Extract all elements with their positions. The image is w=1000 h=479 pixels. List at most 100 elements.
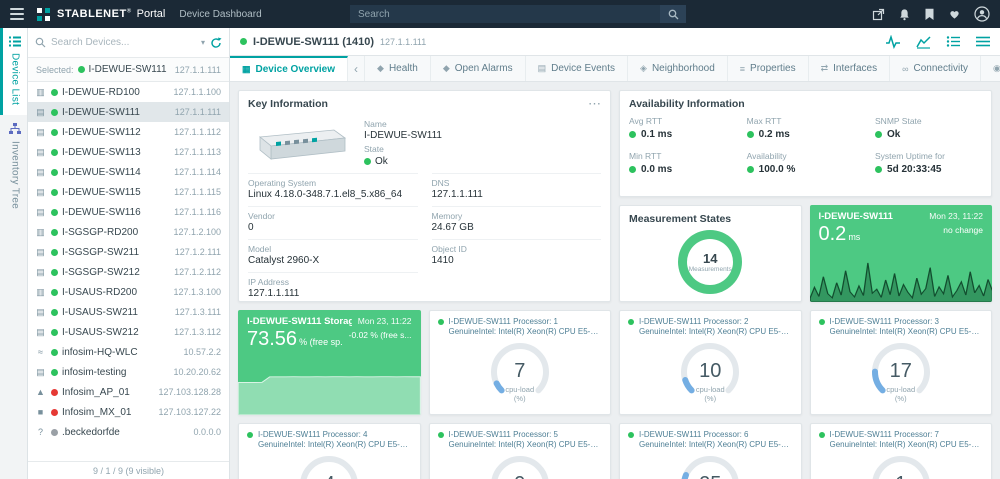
notifications-icon[interactable] <box>898 8 911 21</box>
device-name: infosim-HQ-WLC <box>62 347 138 358</box>
device-list-item[interactable]: ▤I-DEWUE-SW114127.1.1.114 <box>28 162 229 182</box>
device-name: Infosim_MX_01 <box>62 407 131 418</box>
status-dot <box>51 89 58 96</box>
account-icon[interactable] <box>974 6 990 22</box>
selected-device-row: Selected: I-DEWUE-SW111 127.1.1.111 <box>28 58 229 82</box>
device-type-icon: ▤ <box>34 247 47 258</box>
health-icon: ◆ <box>377 63 384 74</box>
card-menu-icon[interactable]: ⋯ <box>588 100 601 108</box>
field-value: 0 <box>248 222 418 233</box>
measurement-donut-chart[interactable]: 14 Measurements <box>678 230 742 294</box>
availability-value: 0.1 ms <box>641 129 672 140</box>
cpu-gauge-card[interactable]: I-DEWUE-SW111 Processor: 4 GenuineIntel:… <box>238 423 421 479</box>
favorites-icon[interactable] <box>948 8 961 20</box>
device-search-input[interactable] <box>51 37 196 48</box>
more-menu-icon[interactable] <box>976 36 990 47</box>
device-list-item[interactable]: ▤I-DEWUE-SW116127.1.1.116 <box>28 202 229 222</box>
availability-label: Max RTT <box>747 116 875 126</box>
device-list-item[interactable]: ▥I-USAUS-RD200127.1.3.100 <box>28 282 229 302</box>
cpu-gauge-card[interactable]: I-DEWUE-SW111 Processor: 2 GenuineIntel:… <box>619 310 802 415</box>
tab-connectivity[interactable]: ∞Connectivity <box>890 56 981 81</box>
device-list-item[interactable]: ≈infosim-HQ-WLC10.57.2.2 <box>28 342 229 362</box>
device-ip: 127.1.1.112 <box>174 127 221 137</box>
card-title: I-DEWUE-SW111 Processor: 5 GenuineIntel:… <box>449 430 603 450</box>
status-dot <box>875 131 882 138</box>
device-list-item[interactable]: ▤I-DEWUE-SW113127.1.1.113 <box>28 142 229 162</box>
device-ip: 127.1.3.112 <box>174 327 221 337</box>
search-icon[interactable] <box>660 5 686 23</box>
global-search-input[interactable] <box>350 5 660 23</box>
device-list-item[interactable]: ▥I-DEWUE-RD100127.1.1.100 <box>28 82 229 102</box>
storage-chart-card[interactable]: I-DEWUE-SW111 Storage / Mon 23, 11:22 73… <box>238 310 421 415</box>
tab-device-overview[interactable]: ▦Device Overview <box>230 56 348 81</box>
device-list-item[interactable]: ▤I-SGSGP-SW212127.1.2.112 <box>28 262 229 282</box>
card-title: I-DEWUE-SW111 Processor: 6 GenuineIntel:… <box>639 430 793 450</box>
device-list-item[interactable]: ▤I-SGSGP-SW211127.1.2.111 <box>28 242 229 262</box>
dashboard-content: Key Information ⋯ Name <box>230 82 1000 479</box>
availability-value: 0.0 ms <box>641 164 672 175</box>
device-type-icon: ■ <box>34 407 47 417</box>
cpu-gauge-card[interactable]: I-DEWUE-SW111 Processor: 6 GenuineIntel:… <box>619 423 802 479</box>
availability-label: Min RTT <box>629 151 747 161</box>
device-ip: 127.1.2.111 <box>175 247 221 257</box>
gauge-chart: 4cpu-load(%) <box>239 452 420 479</box>
device-list-item[interactable]: ▤I-USAUS-SW211127.1.3.111 <box>28 302 229 322</box>
card-title: I-DEWUE-SW111 Processor: 3 GenuineIntel:… <box>830 317 984 337</box>
cpu-gauge-card[interactable]: I-DEWUE-SW111 Processor: 5 GenuineIntel:… <box>429 423 612 479</box>
tab-interfaces[interactable]: ⇄Interfaces <box>809 56 890 81</box>
device-name: I-DEWUE-SW116 <box>62 207 141 218</box>
rtt-chart-card[interactable]: I-DEWUE-SW111 Mon 23, 11:22 0.2ms no cha… <box>810 205 993 302</box>
cpu-gauge-card[interactable]: I-DEWUE-SW111 Processor: 3 GenuineIntel:… <box>810 310 993 415</box>
status-dot <box>51 129 58 136</box>
bookmark-icon[interactable] <box>924 8 935 21</box>
gauge-card-header: I-DEWUE-SW111 Processor: 7 GenuineIntel:… <box>811 424 992 450</box>
device-list-item[interactable]: ▥I-SGSGP-RD200127.1.2.100 <box>28 222 229 242</box>
card-title: I-DEWUE-SW111 Processor: 4 GenuineIntel:… <box>258 430 412 450</box>
status-dot <box>240 38 247 45</box>
cpu-gauge-card[interactable]: I-DEWUE-SW111 Processor: 1 GenuineIntel:… <box>429 310 612 415</box>
menu-icon[interactable] <box>10 8 24 20</box>
tab-properties[interactable]: ≡Properties <box>728 56 809 81</box>
tab-open-alarms[interactable]: ◆Open Alarms <box>431 56 526 81</box>
line-chart-icon[interactable] <box>916 35 931 49</box>
status-dot <box>51 209 58 216</box>
device-type-icon: ▤ <box>34 267 47 278</box>
device-ip: 127.1.2.112 <box>174 267 221 277</box>
tab-monitoring[interactable]: ◉Monitoring <box>981 56 1000 81</box>
inventory-tree-icon <box>9 123 21 135</box>
device-list-item[interactable]: ▤I-DEWUE-SW115127.1.1.115 <box>28 182 229 202</box>
device-ip: 127.1.1.114 <box>174 167 221 177</box>
device-list-pagination[interactable]: 9 / 1 / 9 (9 visible) <box>28 461 229 479</box>
status-dot <box>819 319 825 325</box>
gauge-card-header: I-DEWUE-SW111 Processor: 5 GenuineIntel:… <box>430 424 611 450</box>
tab-neighborhood[interactable]: ◈Neighborhood <box>628 56 728 81</box>
tab-health[interactable]: ◆Health <box>365 56 431 81</box>
chevron-down-icon[interactable]: ▾ <box>201 38 205 47</box>
tab-device-events[interactable]: ▤Device Events <box>526 56 628 81</box>
device-list-item[interactable]: ■Infosim_MX_01127.103.127.22 <box>28 402 229 422</box>
reports-icon[interactable] <box>946 35 961 48</box>
availability-value: 5d 20:33:45 <box>887 164 941 175</box>
gauge-value: 17 <box>811 360 992 383</box>
cpu-gauge-card[interactable]: I-DEWUE-SW111 Processor: 7 GenuineIntel:… <box>810 423 993 479</box>
tab-inventory-tree[interactable]: Inventory Tree <box>0 115 27 219</box>
status-dot <box>51 369 58 376</box>
device-type-icon: ▤ <box>34 207 47 218</box>
device-list-item[interactable]: ▤I-USAUS-SW212127.1.3.112 <box>28 322 229 342</box>
tab-label: Device Overview <box>256 64 336 75</box>
tabs-scroll-left-icon[interactable]: ‹ <box>348 56 365 81</box>
status-dot <box>51 109 58 116</box>
device-type-icon: ▥ <box>34 87 47 98</box>
device-list-item[interactable]: ?.beckedorfde0.0.0.0 <box>28 422 229 442</box>
device-name-value: I-DEWUE-SW111 <box>364 130 442 141</box>
refresh-icon[interactable] <box>210 37 222 49</box>
device-list-item[interactable]: ▲Infosim_AP_01127.103.128.28 <box>28 382 229 402</box>
measurements-icon[interactable] <box>885 35 901 49</box>
key-information-card: Key Information ⋯ Name <box>238 90 611 302</box>
status-dot <box>819 432 825 438</box>
tab-device-list[interactable]: Device List <box>0 28 27 115</box>
device-list-item[interactable]: ▤I-DEWUE-SW111127.1.1.111 <box>28 102 229 122</box>
device-list-item[interactable]: ▤I-DEWUE-SW112127.1.1.112 <box>28 122 229 142</box>
device-list-item[interactable]: ▤infosim-testing10.20.20.62 <box>28 362 229 382</box>
open-in-new-icon[interactable] <box>872 8 885 21</box>
